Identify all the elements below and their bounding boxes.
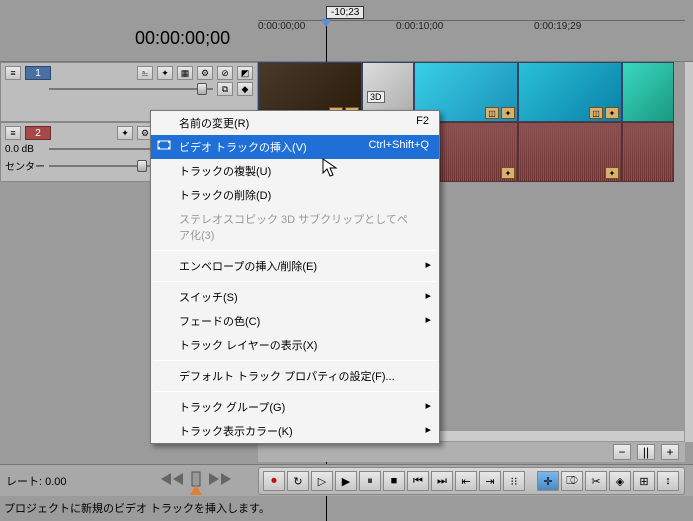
submenu-arrow-icon: ▸ (425, 258, 431, 271)
shortcut-label: F2 (416, 115, 429, 127)
zoom-controls: − || + (258, 442, 685, 462)
menu-switch[interactable]: スイッチ(S)▸ (151, 285, 439, 309)
menu-envelope[interactable]: エンベロープの挿入/削除(E)▸ (151, 254, 439, 278)
rate-label: レート: (6, 476, 42, 488)
filmstrip-icon (157, 138, 171, 152)
next-frame-button[interactable]: ⇥ (479, 471, 501, 491)
play-from-start-button[interactable]: ▷ (311, 471, 333, 491)
fx-button[interactable]: ⎁ (137, 66, 153, 80)
menu-separator (153, 281, 437, 282)
opacity-slider[interactable] (49, 88, 213, 90)
rate-value: 0.00 (45, 476, 66, 488)
automation-button[interactable]: ✦ (157, 66, 173, 80)
submenu-arrow-icon: ▸ (425, 423, 431, 436)
submenu-arrow-icon: ▸ (425, 399, 431, 412)
clip-3d-badge: 3D (367, 91, 385, 103)
shuffle-tool[interactable]: ↕ (657, 471, 679, 491)
ruler-tick: 0:00:19;29 (534, 21, 581, 32)
menu-stereo-3d-pair: ステレオスコピック 3D サブクリップとしてペア化(3) (151, 207, 439, 247)
fx-icon[interactable]: ✦ (605, 167, 619, 179)
menu-default-props[interactable]: デフォルト トラック プロパティの設定(F)... (151, 364, 439, 388)
audio-track-number: 2 (25, 126, 51, 140)
options-button[interactable]: ⁝⁝ (503, 471, 525, 491)
zoom-scrub-button[interactable]: || (637, 444, 655, 460)
menu-insert-video-track[interactable]: ビデオ トラックの挿入(V)Ctrl+Shift+Q (151, 135, 439, 159)
menu-duplicate-track[interactable]: トラックの複製(U) (151, 159, 439, 183)
shuttle-control[interactable] (156, 467, 236, 491)
fx-button[interactable]: ✦ (117, 126, 133, 140)
menu-track-color[interactable]: トラック表示カラー(K)▸ (151, 419, 439, 443)
expand-icon[interactable]: ≡ (5, 126, 21, 140)
timeline-ruler[interactable]: 0:00:00;00 0:00:10;00 0:00:19;29 (258, 20, 685, 60)
record-button[interactable]: ⏺ (263, 471, 285, 491)
zoom-tool[interactable]: ⊞ (633, 471, 655, 491)
menu-layer-display[interactable]: トラック レイヤーの表示(X) (151, 333, 439, 357)
pan-label: センター (5, 158, 45, 173)
go-end-button[interactable]: ⏭ (431, 471, 453, 491)
submenu-arrow-icon: ▸ (425, 313, 431, 326)
loop-button[interactable]: ↻ (287, 471, 309, 491)
audio-clip[interactable] (622, 122, 674, 182)
menu-fade-color[interactable]: フェードの色(C)▸ (151, 309, 439, 333)
timecode-display: 00:00:00;00 (135, 28, 230, 49)
menu-delete-track[interactable]: トラックの削除(D) (151, 183, 439, 207)
menu-separator (153, 250, 437, 251)
selection-tool[interactable]: ◈ (609, 471, 631, 491)
ruler-tick: 0:00:10;00 (396, 21, 443, 32)
menu-separator (153, 360, 437, 361)
crop-icon[interactable]: ◫ (589, 107, 603, 119)
shortcut-label: Ctrl+Shift+Q (368, 139, 429, 151)
menu-separator (153, 391, 437, 392)
marker-bar[interactable]: -10;23 (258, 6, 685, 20)
video-clip[interactable]: ◫✦ (518, 62, 622, 122)
fx-icon[interactable]: ✦ (501, 167, 515, 179)
zoom-in-button[interactable]: + (661, 444, 679, 460)
stop-button[interactable]: ■ (383, 471, 405, 491)
video-clip[interactable] (622, 62, 674, 122)
crop-icon[interactable]: ◫ (485, 107, 499, 119)
status-bar: プロジェクトに新規のビデオ トラックを挿入します。 (4, 500, 270, 516)
envelope-tool[interactable]: ⎄ (561, 471, 583, 491)
split-tool[interactable]: ✂ (585, 471, 607, 491)
normal-edit-tool[interactable]: ✛ (537, 471, 559, 491)
zoom-out-button[interactable]: − (613, 444, 631, 460)
track-context-menu: 名前の変更(R)F2 ビデオ トラックの挿入(V)Ctrl+Shift+Q トラ… (150, 110, 440, 444)
vertical-scrollbar[interactable] (685, 62, 693, 442)
go-start-button[interactable]: ⏮ (407, 471, 429, 491)
video-track-number: 1 (25, 66, 51, 80)
keyframe-button[interactable]: ◆ (237, 82, 253, 96)
mute-button[interactable]: ⊘ (217, 66, 233, 80)
menu-rename[interactable]: 名前の変更(R)F2 (151, 111, 439, 135)
solo-button[interactable]: ◩ (237, 66, 253, 80)
marker-label[interactable]: -10;23 (326, 6, 364, 19)
pause-button[interactable]: ⏸ (359, 471, 381, 491)
prev-frame-button[interactable]: ⇤ (455, 471, 477, 491)
transport-bar: ⏺ ↻ ▷ ▶ ⏸ ■ ⏮ ⏭ ⇤ ⇥ ⁝⁝ ✛ ⎄ ✂ ◈ ⊞ ↕ (258, 467, 685, 495)
submenu-arrow-icon: ▸ (425, 289, 431, 302)
motion-button[interactable]: ⧉ (217, 82, 233, 96)
play-button[interactable]: ▶ (335, 471, 357, 491)
menu-track-group[interactable]: トラック グループ(G)▸ (151, 395, 439, 419)
expand-icon[interactable]: ≡ (5, 66, 21, 80)
ruler-tick: 0:00:00;00 (258, 21, 305, 32)
fx-icon[interactable]: ✦ (501, 107, 515, 119)
volume-label: 0.0 dB (5, 144, 45, 155)
gear-icon[interactable]: ⚙ (197, 66, 213, 80)
audio-clip[interactable]: ✦ (518, 122, 622, 182)
compositing-button[interactable]: ▦ (177, 66, 193, 80)
playback-rate: レート: 0.00 (6, 473, 67, 489)
fx-icon[interactable]: ✦ (605, 107, 619, 119)
